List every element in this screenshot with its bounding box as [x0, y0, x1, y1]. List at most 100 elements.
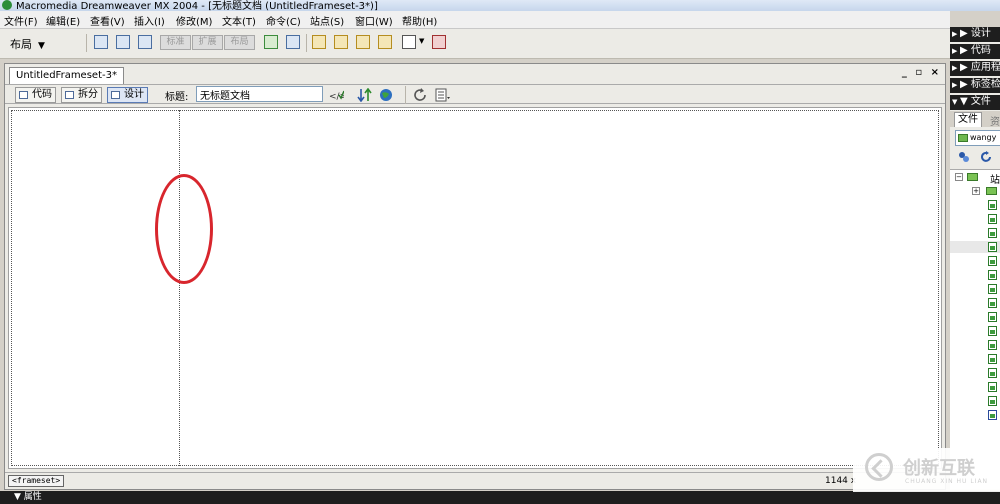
restore-icon[interactable]: ▫	[915, 67, 922, 78]
html-file-icon	[988, 396, 997, 406]
mode-standard-button[interactable]: 标准	[160, 35, 191, 50]
insert-column-left-icon[interactable]	[356, 35, 370, 49]
layout-table-icon[interactable]	[264, 35, 278, 49]
document-toolbar: 代码 拆分 设计 标题: </>	[5, 84, 945, 104]
tree-file-row[interactable]	[950, 199, 1000, 211]
tree-file-row[interactable]	[950, 311, 1000, 323]
menu-window[interactable]: 窗口(W)	[355, 13, 393, 28]
tree-file-row[interactable]	[950, 339, 1000, 351]
site-select[interactable]: wangy	[955, 130, 1000, 146]
tree-file-row[interactable]	[950, 395, 1000, 407]
table-icon[interactable]	[94, 35, 108, 49]
mode-layout-button[interactable]: 布局	[224, 35, 255, 50]
window-title: Macromedia Dreamweaver MX 2004 - [无标题文档 …	[16, 1, 378, 11]
menu-text[interactable]: 文本(T)	[222, 13, 256, 28]
panel-header-code[interactable]: ▶ ▶ 代码	[950, 44, 1000, 59]
watermark-text: 创新互联	[903, 458, 975, 479]
collapsed-arrow-icon: ▶	[952, 64, 958, 72]
frameset-border[interactable]	[11, 110, 939, 466]
tree-file-row[interactable]	[950, 367, 1000, 379]
code-view-label: 代码	[32, 89, 52, 100]
insert-category-dropdown[interactable]: 布局 ▼	[10, 36, 45, 52]
design-view-canvas[interactable]	[8, 107, 942, 469]
tree-file-row[interactable]	[950, 353, 1000, 365]
draw-layer-icon[interactable]	[138, 35, 152, 49]
connect-icon[interactable]	[958, 151, 970, 163]
design-view-label: 设计	[124, 89, 144, 100]
menu-bar: 文件(F) 编辑(E) 查看(V) 插入(I) 修改(M) 文本(T) 命令(C…	[0, 11, 950, 29]
html-file-icon	[988, 340, 997, 350]
tree-file-row[interactable]	[950, 241, 1000, 253]
panel-header-files[interactable]: ▼ ▼ 文件	[950, 95, 1000, 110]
tree-file-row[interactable]	[950, 283, 1000, 295]
tree-root[interactable]: − 站	[950, 171, 1000, 186]
tree-file-row[interactable]	[950, 255, 1000, 267]
refresh-files-icon[interactable]	[980, 151, 992, 163]
tree-file-row[interactable]	[950, 227, 1000, 239]
insert-row-below-icon[interactable]	[334, 35, 348, 49]
menu-help[interactable]: 帮助(H)	[402, 13, 437, 28]
menu-view[interactable]: 查看(V)	[90, 13, 125, 28]
folder-icon	[967, 173, 978, 181]
refresh-icon[interactable]	[413, 88, 428, 102]
insert-column-right-icon[interactable]	[378, 35, 392, 49]
preview-in-browser-icon[interactable]	[379, 88, 394, 102]
annotation-circle	[155, 174, 213, 284]
document-window: UntitledFrameset-3* _ ▫ × 代码 拆分 设计 标题: <…	[4, 63, 946, 490]
html-file-icon	[988, 326, 997, 336]
toolbar-separator	[405, 86, 406, 104]
layout-cell-icon[interactable]	[286, 35, 300, 49]
menu-commands[interactable]: 命令(C)	[266, 13, 301, 28]
menu-file[interactable]: 文件(F)	[4, 13, 38, 28]
layer-icon[interactable]	[116, 35, 130, 49]
tag-selector-frameset[interactable]: <frameset>	[8, 475, 65, 487]
tree-folder-row[interactable]: +	[950, 185, 1000, 197]
html-file-icon	[988, 256, 997, 266]
toolbar-separator	[306, 34, 307, 52]
menu-edit[interactable]: 编辑(E)	[46, 13, 80, 28]
page-title-input[interactable]	[196, 86, 323, 102]
site-name: wangy	[970, 133, 997, 142]
html-file-icon	[988, 298, 997, 308]
menu-site[interactable]: 站点(S)	[310, 13, 344, 28]
close-icon[interactable]: ×	[931, 67, 939, 78]
menu-modify[interactable]: 修改(M)	[176, 13, 212, 28]
tab-assets[interactable]: 资	[990, 113, 1000, 128]
tree-file-row[interactable]	[950, 269, 1000, 281]
panel-label-tag-inspector: ▶ 标签检	[960, 79, 1000, 90]
expanded-arrow-icon: ▼	[952, 98, 958, 106]
collapse-icon[interactable]: −	[955, 173, 963, 181]
code-view-icon	[19, 91, 28, 99]
frame-divider[interactable]	[179, 110, 180, 466]
split-view-button[interactable]: 拆分	[61, 87, 102, 103]
tree-file-row[interactable]	[950, 297, 1000, 309]
window-size-readout[interactable]: 1144 x	[825, 476, 856, 486]
tree-file-row[interactable]	[950, 213, 1000, 225]
tree-file-row[interactable]	[950, 325, 1000, 337]
tree-file-row[interactable]	[950, 409, 1000, 421]
panel-header-tag-inspector[interactable]: ▶ ▶ 标签检	[950, 78, 1000, 93]
tabular-data-icon[interactable]	[432, 35, 446, 49]
properties-panel-header[interactable]: ▼ 属性	[0, 491, 1000, 504]
document-tab[interactable]: UntitledFrameset-3*	[9, 67, 124, 84]
expand-icon[interactable]: +	[972, 187, 980, 195]
menu-insert[interactable]: 插入(I)	[134, 13, 165, 28]
mode-expanded-button[interactable]: 扩展	[192, 35, 223, 50]
code-view-button[interactable]: 代码	[15, 87, 56, 103]
panel-header-application[interactable]: ▶ ▶ 应用程	[950, 61, 1000, 76]
minimize-icon[interactable]: _	[902, 67, 907, 78]
tree-file-row[interactable]	[950, 381, 1000, 393]
file-management-icon[interactable]	[357, 88, 372, 102]
panel-header-design[interactable]: ▶ ▶ 设计	[950, 27, 1000, 42]
insert-row-above-icon[interactable]	[312, 35, 326, 49]
design-view-button[interactable]: 设计	[107, 87, 148, 103]
html-file-icon	[988, 242, 997, 252]
html-file-icon	[988, 228, 997, 238]
validate-markup-icon[interactable]: </>	[329, 88, 344, 102]
tab-files[interactable]: 文件	[954, 112, 982, 127]
view-options-icon[interactable]	[435, 88, 450, 102]
frames-dropdown-arrow-icon[interactable]: ▼	[419, 37, 424, 45]
dropdown-arrow-icon: ▼	[38, 41, 45, 51]
frames-icon[interactable]	[402, 35, 416, 49]
watermark: 创新互联 CHUANG XIN HU LIAN	[853, 448, 1000, 492]
